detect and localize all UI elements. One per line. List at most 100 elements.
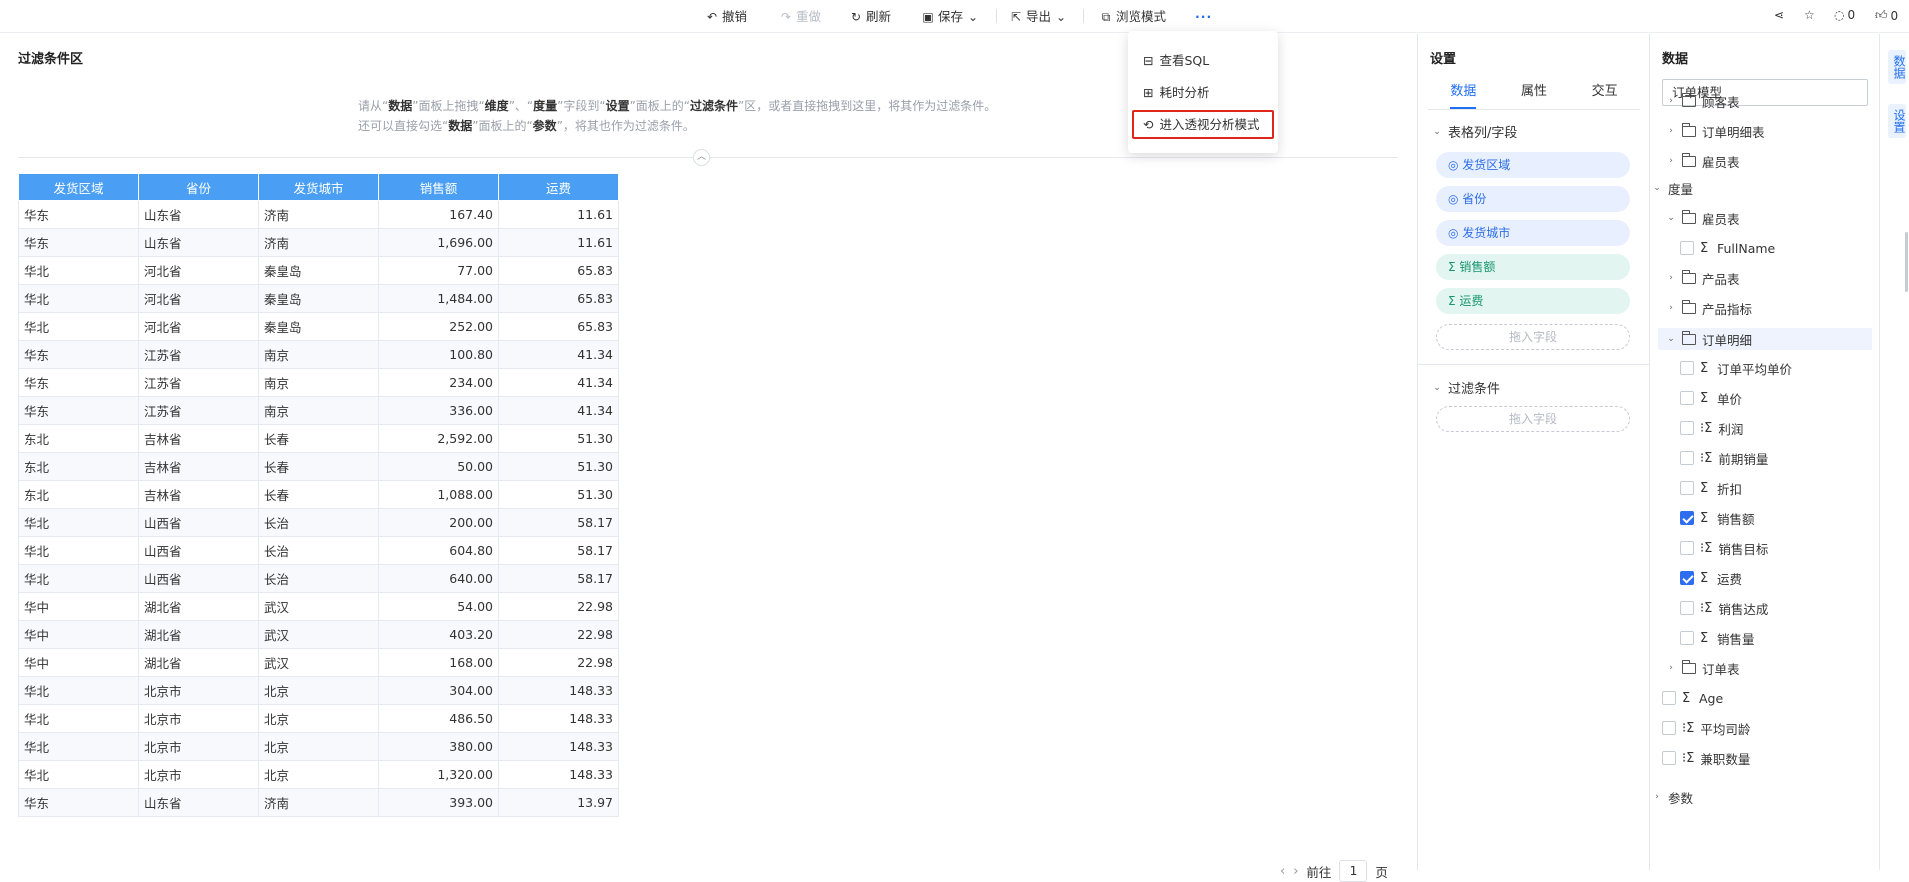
comment-button[interactable]: ◌ 0: [1834, 8, 1855, 22]
like-button[interactable]: 👍︎ 0: [1875, 8, 1898, 23]
tree-folder[interactable]: ⌄ 雇员表: [1666, 207, 1740, 229]
table-cell[interactable]: 湖北省: [138, 592, 259, 621]
table-cell[interactable]: 51.30: [498, 424, 619, 453]
checkbox[interactable]: [1680, 601, 1694, 615]
filter-section-header[interactable]: ⌄ 过滤条件: [1432, 378, 1500, 397]
table-cell[interactable]: 1,484.00: [378, 284, 499, 313]
table-cell[interactable]: 华东: [18, 200, 139, 229]
table-cell[interactable]: 山东省: [138, 200, 259, 229]
collapse-toggle-icon[interactable]: ︿: [693, 149, 710, 166]
table-cell[interactable]: 华北: [18, 312, 139, 341]
tab-interaction[interactable]: 交互: [1592, 78, 1618, 109]
chevron-right-icon[interactable]: ›: [1652, 792, 1662, 802]
table-cell[interactable]: 武汉: [258, 592, 379, 621]
column-header[interactable]: 发货城市: [258, 173, 379, 201]
table-cell[interactable]: 华东: [18, 368, 139, 397]
table-cell[interactable]: 济南: [258, 788, 379, 817]
table-cell[interactable]: 403.20: [378, 620, 499, 649]
table-cell[interactable]: 58.17: [498, 564, 619, 593]
table-cell[interactable]: 54.00: [378, 592, 499, 621]
table-cell[interactable]: 148.33: [498, 760, 619, 789]
tree-field[interactable]: ⁝Σ 销售达成: [1680, 597, 1768, 619]
scrollbar[interactable]: [1905, 232, 1908, 292]
table-cell[interactable]: 东北: [18, 480, 139, 509]
columns-section-header[interactable]: ⌄ 表格列/字段: [1432, 122, 1517, 141]
checkbox[interactable]: [1662, 751, 1676, 765]
table-cell[interactable]: 50.00: [378, 452, 499, 481]
table-cell[interactable]: 山西省: [138, 536, 259, 565]
table-cell[interactable]: 640.00: [378, 564, 499, 593]
table-cell[interactable]: 58.17: [498, 536, 619, 565]
chevron-right-icon[interactable]: ›: [1666, 96, 1676, 106]
table-cell[interactable]: 北京市: [138, 732, 259, 761]
prev-page-icon[interactable]: ‹: [1280, 864, 1285, 879]
table-cell[interactable]: 58.17: [498, 508, 619, 537]
column-header[interactable]: 发货区域: [18, 173, 139, 201]
table-cell[interactable]: 华北: [18, 704, 139, 733]
table-cell[interactable]: 河北省: [138, 256, 259, 285]
table-cell[interactable]: 华中: [18, 648, 139, 677]
table-cell[interactable]: 北京市: [138, 760, 259, 789]
tree-folder[interactable]: › 订单表: [1666, 657, 1740, 679]
table-cell[interactable]: 长春: [258, 424, 379, 453]
table-cell[interactable]: 华北: [18, 536, 139, 565]
table-cell[interactable]: 148.33: [498, 732, 619, 761]
column-header[interactable]: 销售额: [378, 173, 499, 201]
tree-field[interactable]: Σ 运费: [1680, 567, 1742, 589]
checkbox[interactable]: [1680, 571, 1694, 585]
table-cell[interactable]: 41.34: [498, 368, 619, 397]
table-cell[interactable]: 华中: [18, 592, 139, 621]
table-cell[interactable]: 南京: [258, 340, 379, 369]
chevron-down-icon[interactable]: ⌄: [1652, 183, 1662, 193]
table-cell[interactable]: 234.00: [378, 368, 499, 397]
table-cell[interactable]: 华东: [18, 228, 139, 257]
table-cell[interactable]: 山东省: [138, 788, 259, 817]
menu-item-pivot-mode[interactable]: ⟲ 进入透视分析模式: [1143, 115, 1260, 135]
checkbox[interactable]: [1680, 541, 1694, 555]
table-cell[interactable]: 200.00: [378, 508, 499, 537]
table-cell[interactable]: 336.00: [378, 396, 499, 425]
table-cell[interactable]: 秦皇岛: [258, 284, 379, 313]
checkbox[interactable]: [1680, 511, 1694, 525]
checkbox[interactable]: [1680, 241, 1694, 255]
table-cell[interactable]: 长治: [258, 536, 379, 565]
table-cell[interactable]: 41.34: [498, 396, 619, 425]
tree-field[interactable]: ⁝Σ 前期销量: [1680, 447, 1768, 469]
table-cell[interactable]: 华北: [18, 564, 139, 593]
tree-group-params[interactable]: › 参数: [1652, 786, 1693, 808]
tab-properties[interactable]: 属性: [1521, 78, 1547, 109]
redo-button[interactable]: ↷ 重做: [780, 8, 821, 26]
undo-button[interactable]: ↶ 撤销: [706, 8, 747, 26]
tree-field[interactable]: Σ 订单平均单价: [1680, 357, 1792, 379]
table-cell[interactable]: 北京: [258, 676, 379, 705]
menu-item-timing-analysis[interactable]: ⊞ 耗时分析: [1143, 83, 1210, 103]
table-cell[interactable]: 山西省: [138, 564, 259, 593]
table-cell[interactable]: 77.00: [378, 256, 499, 285]
chevron-right-icon[interactable]: ›: [1666, 126, 1676, 136]
menu-item-view-sql[interactable]: ⊟ 查看SQL: [1143, 51, 1209, 71]
table-cell[interactable]: 湖北省: [138, 648, 259, 677]
field-pill[interactable]: Σ 销售额: [1436, 254, 1630, 280]
table-cell[interactable]: 华北: [18, 676, 139, 705]
table-cell[interactable]: 华北: [18, 508, 139, 537]
table-cell[interactable]: 东北: [18, 424, 139, 453]
table-cell[interactable]: 41.34: [498, 340, 619, 369]
field-pill[interactable]: ◎ 省份: [1436, 186, 1630, 212]
filter-drop-zone[interactable]: 拖入字段: [1436, 406, 1630, 432]
table-cell[interactable]: 长春: [258, 480, 379, 509]
table-cell[interactable]: 65.83: [498, 284, 619, 313]
table-cell[interactable]: 380.00: [378, 732, 499, 761]
table-cell[interactable]: 武汉: [258, 648, 379, 677]
checkbox[interactable]: [1680, 631, 1694, 645]
tree-folder[interactable]: › 产品指标: [1666, 297, 1752, 319]
table-cell[interactable]: 北京: [258, 704, 379, 733]
table-cell[interactable]: 南京: [258, 368, 379, 397]
table-cell[interactable]: 北京市: [138, 704, 259, 733]
table-cell[interactable]: 北京: [258, 760, 379, 789]
table-cell[interactable]: 65.83: [498, 312, 619, 341]
table-cell[interactable]: 济南: [258, 228, 379, 257]
checkbox[interactable]: [1662, 721, 1676, 735]
table-cell[interactable]: 南京: [258, 396, 379, 425]
table-cell[interactable]: 华中: [18, 620, 139, 649]
table-cell[interactable]: 济南: [258, 200, 379, 229]
